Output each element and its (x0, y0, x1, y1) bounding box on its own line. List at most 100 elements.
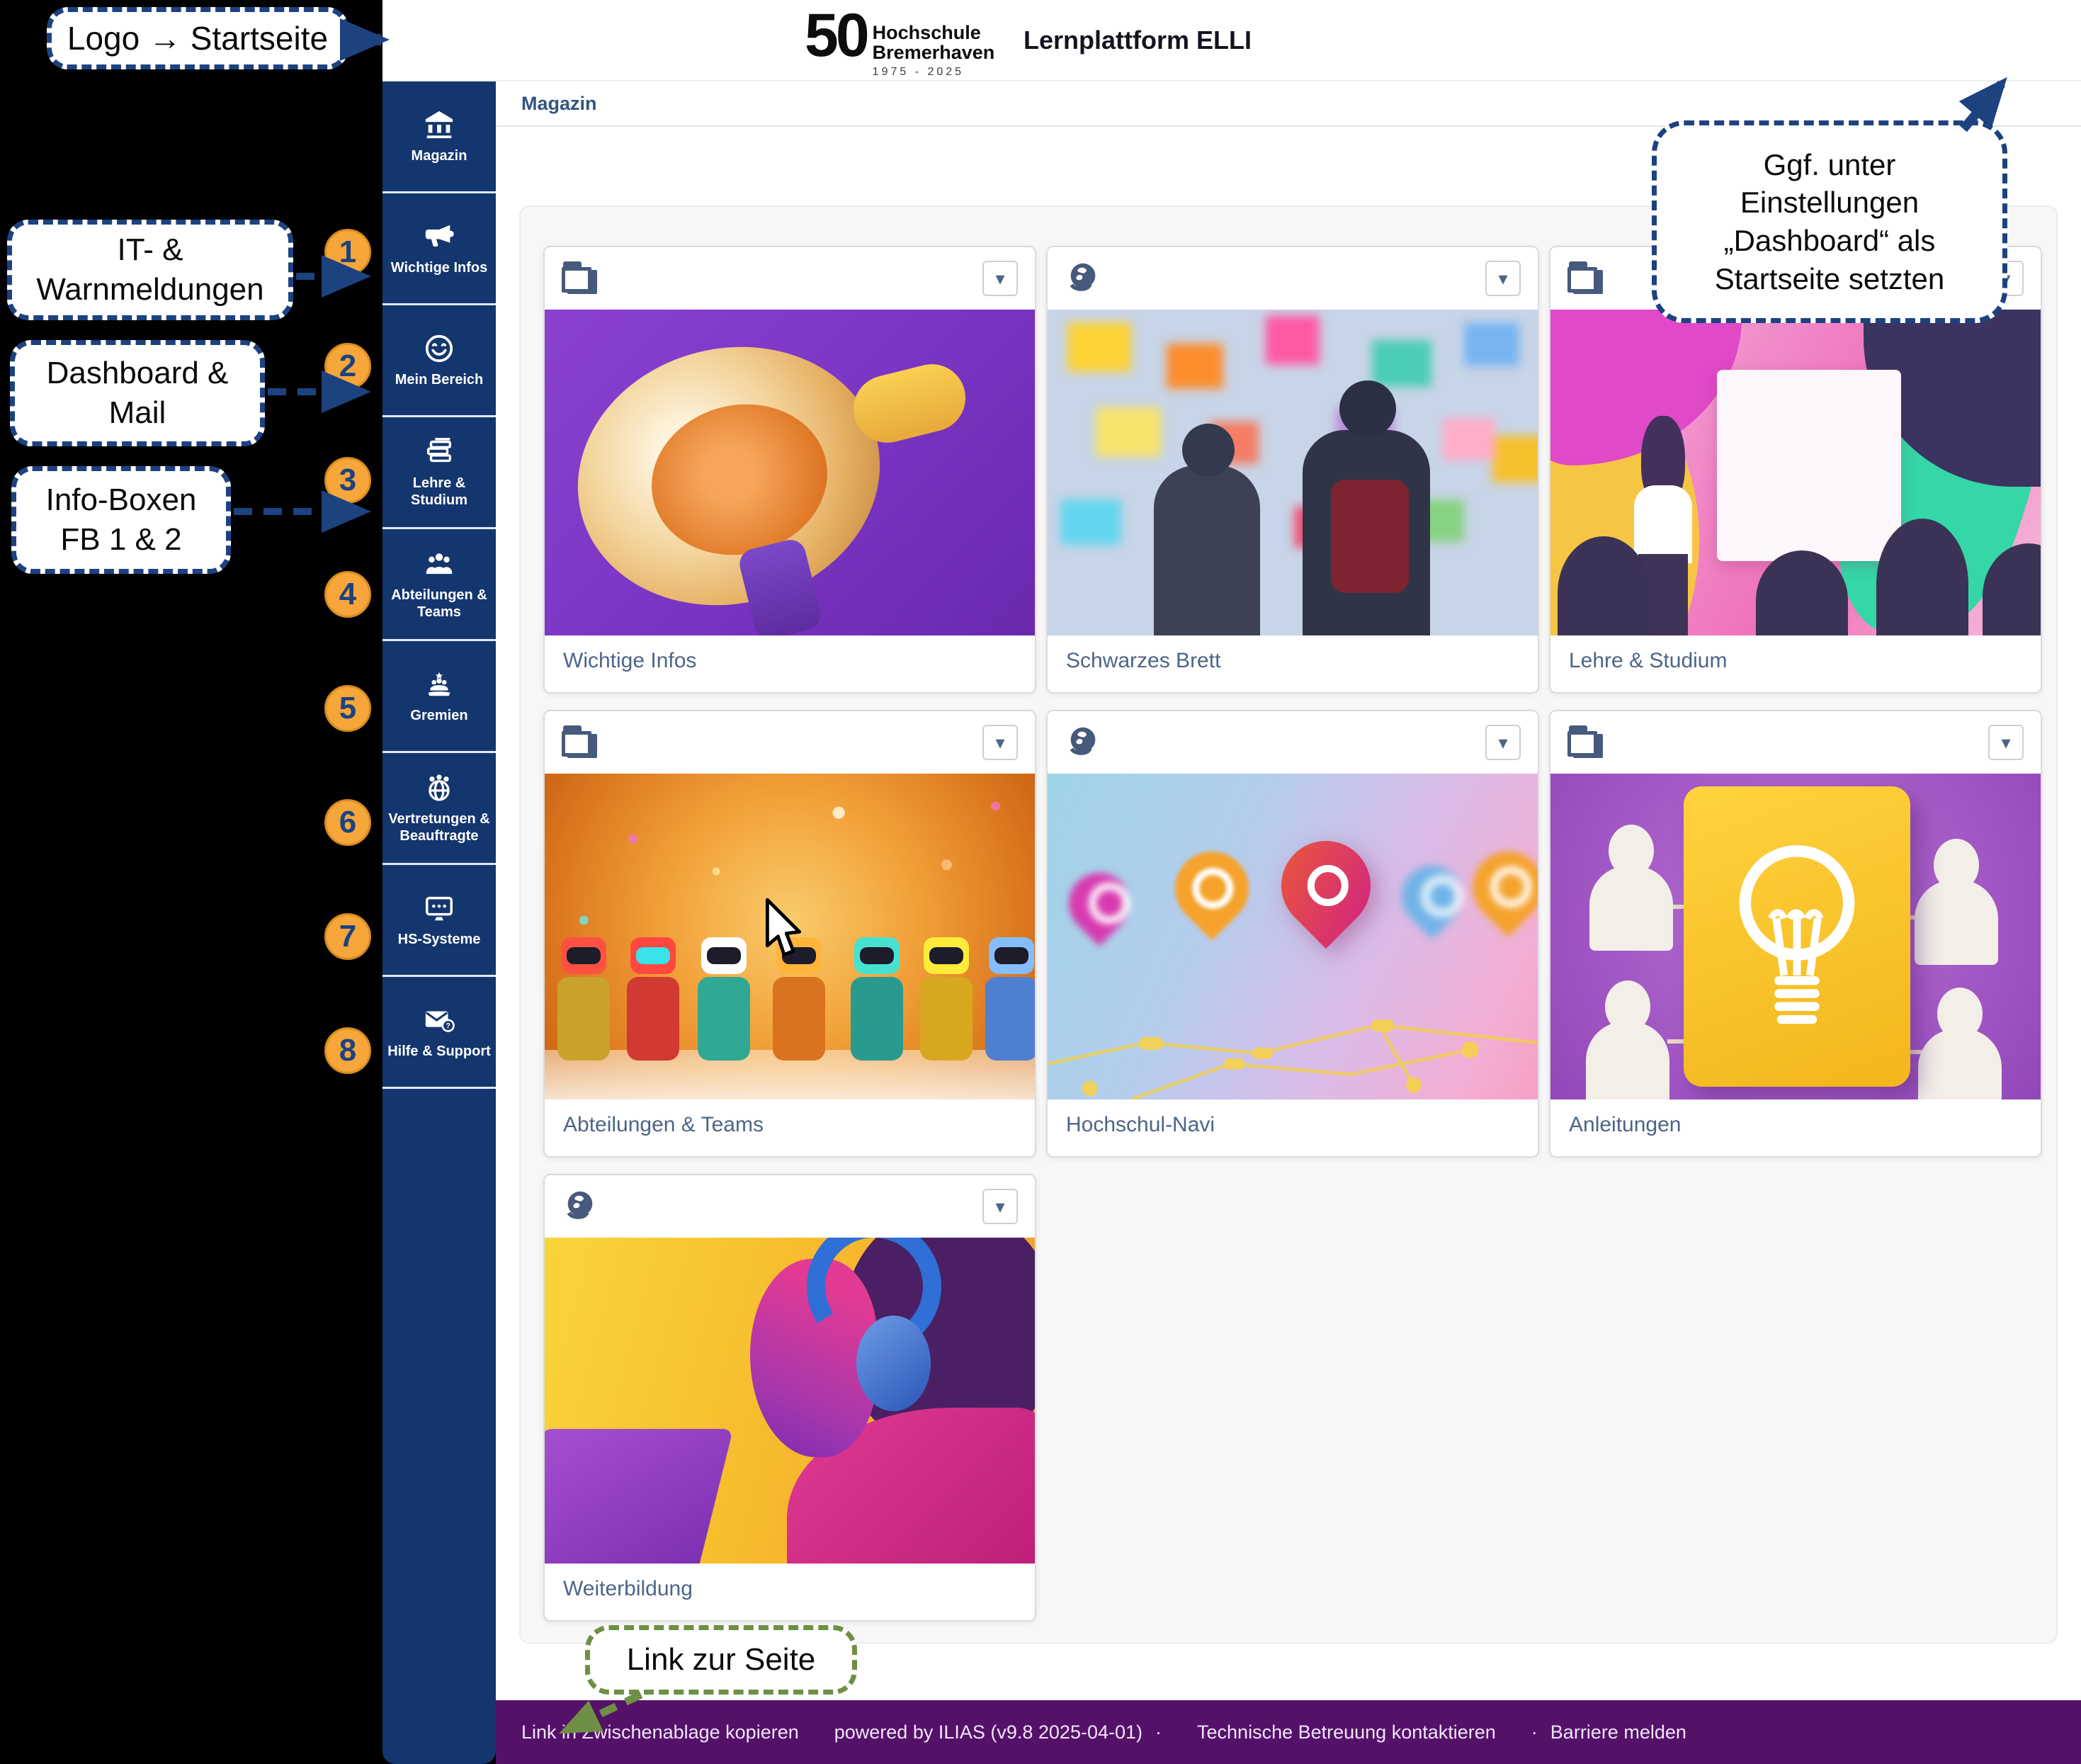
annotation-infoboxen-callout: Info-Boxen FB 1 & 2 (11, 466, 231, 574)
card-actions-dropdown[interactable]: ▾ (982, 1189, 1018, 1224)
card-art-shape (985, 977, 1035, 1061)
sidebar-item-wichtige-infos[interactable]: Wichtige Infos (382, 193, 496, 305)
card-art-shape (1048, 958, 1538, 1099)
card-schwarzes-brett[interactable]: ▾ Schwarzes Brett (1046, 246, 1539, 694)
card-image-sticky-notes[interactable] (1048, 310, 1538, 635)
card-art-shape (851, 977, 903, 1061)
annotation-it-warnmeldungen-callout: IT- & Warnmeldungen (7, 220, 293, 320)
card-art-shape (1684, 786, 1910, 1087)
repository-deck: ▾ Wichtige Infos ▾ Sc (519, 205, 2058, 1644)
globe-people-icon (423, 771, 455, 804)
card-title-link[interactable]: Schwarzes Brett (1066, 648, 1519, 674)
card-art-shape (856, 1316, 931, 1411)
megaphone-icon (423, 220, 455, 253)
step-badge-1: 1 (324, 229, 371, 276)
sidebar-item-abteilungen-teams[interactable]: Abteilungen & Teams (382, 529, 496, 641)
card-art-shape (1756, 550, 1848, 635)
folder-icon (1567, 261, 1604, 295)
card-art-shape (627, 977, 679, 1061)
step-badge-8: 8 (324, 1027, 371, 1074)
committee-icon (423, 668, 455, 701)
card-art-shape (1918, 1029, 2002, 1099)
sidebar-item-magazin[interactable]: Magazin (382, 81, 496, 193)
sidebar-item-mein-bereich[interactable]: Mein Bereich (382, 305, 496, 417)
card-weiterbildung[interactable]: ▾ Weiterbildung (543, 1174, 1036, 1622)
external-link-icon (1065, 724, 1101, 761)
sidebar-item-label: Vertretungen & Beauftragte (385, 810, 493, 845)
card-actions-dropdown[interactable]: ▾ (982, 725, 1018, 760)
sidebar-item-label: Hilfe & Support (387, 1043, 491, 1060)
card-art-shape (1159, 836, 1264, 940)
sidebar-item-label: Gremien (410, 707, 467, 724)
sidebar-item-hs-systeme[interactable]: HS-Systeme (382, 865, 496, 977)
card-image-presentation[interactable] (1550, 310, 2041, 635)
card-actions-dropdown[interactable]: ▾ (982, 261, 1018, 296)
folder-icon (1567, 725, 1604, 759)
card-actions-dropdown[interactable]: ▾ (1485, 261, 1521, 296)
breadcrumb-magazin-link[interactable]: Magazin (521, 93, 597, 115)
folder-icon (562, 261, 599, 295)
sidebar-item-gremien[interactable]: Gremien (382, 641, 496, 753)
annotation-dashboard-startseite-callout: Ggf. unter Einstellungen „Dashboard“ als… (1652, 120, 2007, 323)
card-image-map-pins[interactable] (1048, 774, 1538, 1099)
card-title-link[interactable]: Lehre & Studium (1569, 648, 2022, 674)
page-title: Lernplattform ELLI (1024, 26, 1252, 55)
annotation-logo-callout: Logo → Startseite (47, 7, 348, 69)
copy-link-to-clipboard-link[interactable]: Link in Zwischenablage kopieren (521, 1721, 799, 1743)
smiley-icon (423, 332, 455, 365)
report-barrier-link[interactable]: Barriere melden (1550, 1721, 1686, 1743)
step-badge-7: 7 (324, 913, 371, 960)
sidebar-item-label: Abteilungen & Teams (385, 587, 493, 621)
sidebar-item-vertretungen-beauftragte[interactable]: Vertretungen & Beauftragte (382, 753, 496, 865)
people-group-icon (423, 548, 455, 580)
step-badge-5: 5 (324, 685, 371, 732)
card-image-lightbulb[interactable] (1550, 774, 2041, 1099)
card-actions-dropdown[interactable]: ▾ (1485, 725, 1521, 760)
card-art-shape (698, 977, 750, 1061)
card-actions-dropdown[interactable]: ▾ (1988, 725, 2024, 760)
card-art-shape (1389, 853, 1475, 939)
app-header: 50 Hochschule Bremerhaven 1975 - 2025 Le… (382, 0, 2081, 81)
annotation-link-zur-seite-callout: Link zur Seite (585, 1625, 857, 1695)
books-icon (423, 436, 455, 468)
sidebar: Magazin Wichtige Infos Mein Bereich Lehr… (382, 81, 496, 1764)
card-art-shape (1331, 480, 1409, 593)
monitor-icon (423, 892, 455, 925)
card-title-link[interactable]: Wichtige Infos (563, 648, 1016, 674)
card-wichtige-infos[interactable]: ▾ Wichtige Infos (543, 246, 1036, 694)
technical-support-link[interactable]: Technische Betreuung kontaktieren (1197, 1721, 1496, 1743)
card-anleitungen[interactable]: ▾ Anleitu (1549, 710, 2042, 1158)
external-link-icon (562, 1188, 599, 1225)
card-title-link[interactable]: Abteilungen & Teams (563, 1112, 1016, 1138)
sidebar-item-label: Wichtige Infos (391, 259, 487, 276)
card-art-shape (1915, 880, 1998, 965)
card-art-shape (1589, 866, 1673, 951)
step-badge-4: 4 (324, 571, 371, 618)
footer-bar: Link in Zwischenablage kopieren powered … (496, 1700, 2081, 1764)
card-art-shape (1586, 1022, 1669, 1099)
step-badge-2: 2 (324, 343, 371, 390)
card-image-megaphone[interactable] (545, 310, 1035, 635)
hochschule-bremerhaven-logo[interactable]: 50 Hochschule Bremerhaven 1975 - 2025 (805, 7, 994, 79)
bank-icon (423, 108, 455, 141)
logo-50: 50 (805, 7, 867, 65)
card-art-shape (1182, 424, 1235, 476)
screenshot-canvas: 50 Hochschule Bremerhaven 1975 - 2025 Le… (0, 0, 2081, 1764)
card-art-shape (773, 977, 825, 1061)
card-art-shape (1154, 465, 1260, 635)
card-title-link[interactable]: Hochschul-Navi (1066, 1112, 1519, 1138)
sidebar-item-hilfe-support[interactable]: ? Hilfe & Support (382, 977, 496, 1089)
logo-line1: Hochschule (873, 23, 995, 43)
card-image-headset-woman[interactable] (545, 1238, 1035, 1564)
logo-years: 1975 - 2025 (873, 66, 995, 79)
footer-separator: · (1155, 1721, 1162, 1743)
card-hochschul-navi[interactable]: ▾ Hochschul-Navi (1046, 710, 1539, 1158)
sidebar-item-label: Mein Bereich (395, 371, 483, 388)
card-art-shape (1048, 310, 1538, 635)
sidebar-item-lehre-studium[interactable]: Lehre & Studium (382, 417, 496, 529)
card-art-shape (1263, 822, 1389, 949)
sidebar-item-label: Magazin (412, 147, 467, 164)
card-title-link[interactable]: Weiterbildung (563, 1576, 1016, 1602)
annotation-dashboard-mail-callout: Dashboard & Mail (10, 340, 265, 446)
card-title-link[interactable]: Anleitungen (1569, 1112, 2022, 1138)
